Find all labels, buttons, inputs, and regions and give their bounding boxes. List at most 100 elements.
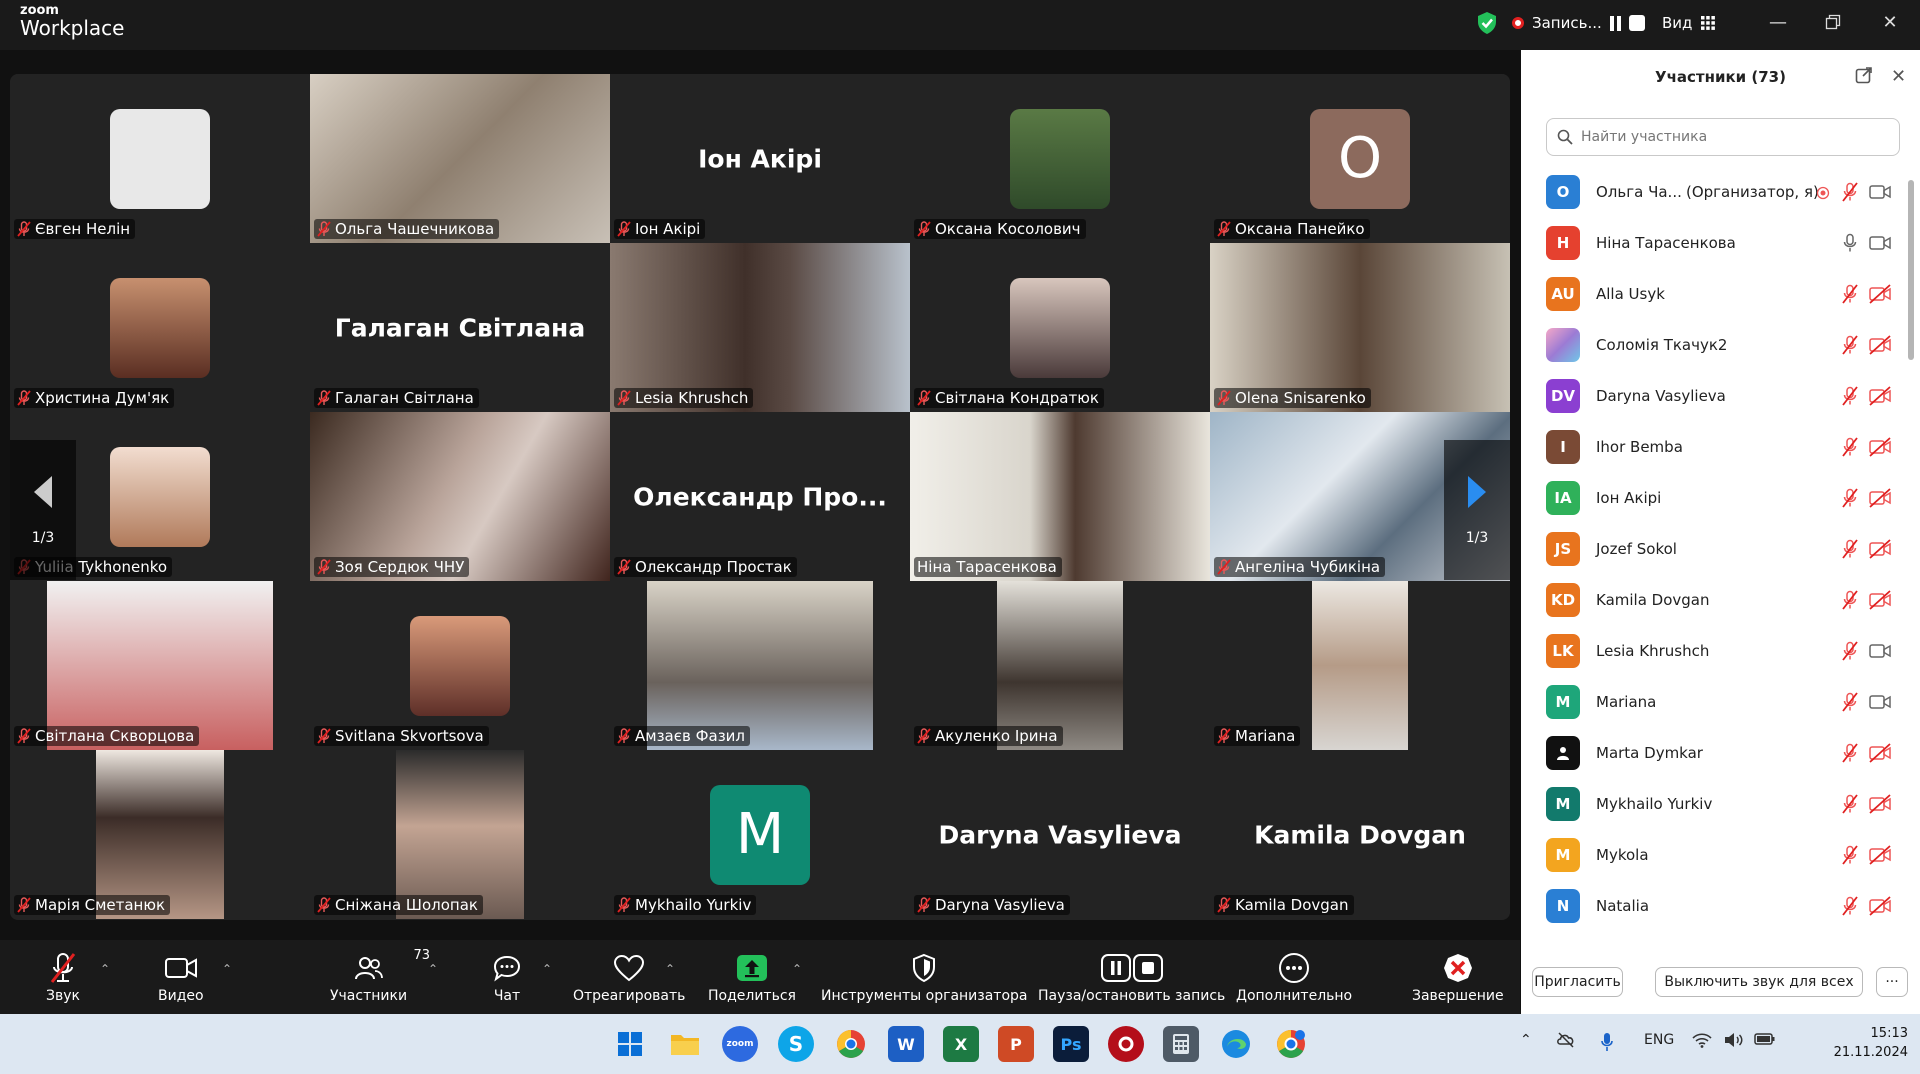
mic-muted-icon[interactable] [1841, 436, 1859, 457]
powerpoint-icon[interactable]: P [998, 1026, 1034, 1062]
video-options-caret-icon[interactable]: ⌃ [222, 962, 232, 976]
pause-stop-recording-button[interactable]: Пауза/остановить запись [1038, 952, 1225, 1004]
video-tile[interactable]: Сніжана Шолопак [310, 750, 610, 919]
video-tile[interactable]: Lesia Khrushch [610, 243, 910, 412]
mic-on-icon[interactable] [1841, 233, 1859, 253]
word-icon[interactable]: W [888, 1026, 924, 1062]
file-explorer-icon[interactable] [667, 1026, 703, 1062]
video-tile[interactable]: Svitlana Skvortsova [310, 581, 610, 750]
camera-on-icon[interactable] [1868, 641, 1892, 661]
chrome-icon[interactable] [833, 1026, 869, 1062]
camera-on-icon[interactable] [1868, 182, 1892, 202]
search-participant-box[interactable] [1546, 118, 1900, 156]
windows-start-icon[interactable] [612, 1026, 648, 1062]
camera-off-icon[interactable] [1868, 487, 1892, 508]
mic-muted-icon[interactable] [1841, 895, 1859, 916]
participants-scrollbar[interactable] [1908, 180, 1914, 360]
video-tile[interactable]: Mariana [1210, 581, 1510, 750]
wifi-icon[interactable] [1692, 1032, 1712, 1052]
participant-row[interactable]: M Mariana [1521, 676, 1911, 727]
audio-options-caret-icon[interactable]: ⌃ [100, 962, 110, 976]
system-clock[interactable]: 15:13 21.11.2024 [1834, 1024, 1908, 1062]
video-tile[interactable]: Євген Нелін [10, 74, 310, 243]
skype-icon[interactable]: S [778, 1026, 814, 1062]
calculator-icon[interactable] [1163, 1026, 1199, 1062]
participant-row[interactable]: IA Іон Акірі [1521, 472, 1911, 523]
microphone-tray-icon[interactable] [1600, 1032, 1614, 1056]
camera-off-icon[interactable] [1868, 436, 1892, 457]
search-participant-input[interactable] [1581, 129, 1881, 145]
participants-options-caret-icon[interactable]: ⌃ [428, 962, 438, 976]
video-tile[interactable]: Христина Дум'як [10, 243, 310, 412]
close-panel-icon[interactable]: ✕ [1891, 66, 1906, 87]
mic-muted-icon[interactable] [1841, 181, 1859, 202]
minimize-icon[interactable]: — [1758, 8, 1798, 36]
mute-all-button[interactable]: Выключить звук для всех [1655, 967, 1863, 997]
mic-muted-icon[interactable] [1841, 283, 1859, 304]
video-tile[interactable]: Світлана Кондратюк [910, 243, 1210, 412]
previous-page-button[interactable]: 1/3 [10, 440, 76, 580]
video-tile[interactable]: Olena Snisarenko [1210, 243, 1510, 412]
camera-off-icon[interactable] [1868, 742, 1892, 763]
camera-off-icon[interactable] [1868, 793, 1892, 814]
invite-button[interactable]: Пригласить [1532, 967, 1623, 997]
participant-row[interactable]: KD Kamila Dovgan [1521, 574, 1911, 625]
participant-row[interactable]: LK Lesia Khrushch [1521, 625, 1911, 676]
video-tile[interactable]: Зоя Сердюк ЧНУ [310, 412, 610, 581]
video-tile[interactable]: Ольга Чашечникова [310, 74, 610, 243]
view-button[interactable]: Вид [1662, 10, 1716, 36]
mic-muted-icon[interactable] [1841, 742, 1859, 763]
excel-icon[interactable]: X [943, 1026, 979, 1062]
participants-button[interactable]: 73 Участники [330, 948, 430, 1004]
mic-muted-icon[interactable] [1841, 538, 1859, 559]
next-page-button[interactable]: 1/3 [1444, 440, 1510, 580]
video-tile[interactable]: O Оксана Панейко [1210, 74, 1510, 243]
pause-recording-icon[interactable] [1609, 15, 1621, 31]
panel-more-button[interactable]: ··· [1876, 967, 1908, 997]
recording-indicator[interactable]: Запись... [1512, 10, 1645, 36]
camera-off-icon[interactable] [1868, 334, 1892, 355]
video-button[interactable]: Видео [158, 952, 204, 1004]
chat-options-caret-icon[interactable]: ⌃ [542, 962, 552, 976]
camera-off-icon[interactable] [1868, 538, 1892, 559]
participant-row[interactable]: Marta Dymkar [1521, 727, 1911, 778]
video-tile[interactable]: Амзаєв Фазил [610, 581, 910, 750]
tray-expand-icon[interactable]: ⌃ [1520, 1032, 1532, 1048]
mic-muted-icon[interactable] [1841, 589, 1859, 610]
volume-icon[interactable] [1724, 1032, 1744, 1052]
participant-row[interactable]: I Ihor Bemba [1521, 421, 1911, 472]
mic-muted-icon[interactable] [1841, 844, 1859, 865]
edge-icon[interactable] [1218, 1026, 1254, 1062]
camera-off-icon[interactable] [1868, 895, 1892, 916]
camera-off-icon[interactable] [1868, 283, 1892, 304]
mic-muted-icon[interactable] [1841, 385, 1859, 406]
participant-row[interactable]: AU Alla Usyk [1521, 268, 1911, 319]
video-tile[interactable]: Марія Сметанюк [10, 750, 310, 919]
mic-muted-icon[interactable] [1841, 640, 1859, 661]
participant-row[interactable]: Соломія Ткачук2 [1521, 319, 1911, 370]
camera-off-icon[interactable] [1868, 844, 1892, 865]
photoshop-icon[interactable]: Ps [1053, 1026, 1089, 1062]
video-tile[interactable]: Ніна Тарасенкова [910, 412, 1210, 581]
video-tile[interactable]: Daryna Vasylieva Daryna Vasylieva [910, 750, 1210, 919]
audio-button[interactable]: Звук [46, 952, 80, 1004]
end-meeting-button[interactable]: Завершение [1412, 952, 1504, 1004]
host-tools-button[interactable]: Инструменты организатора [821, 952, 1028, 1004]
mic-muted-icon[interactable] [1841, 793, 1859, 814]
more-button[interactable]: Дополнительно [1236, 952, 1352, 1004]
participant-row[interactable]: O Ольга Ча... (Организатор, я) [1521, 166, 1911, 217]
participant-row[interactable]: H Ніна Тарасенкова [1521, 217, 1911, 268]
video-tile[interactable]: Світлана Скворцова [10, 581, 310, 750]
share-button[interactable]: Поделиться [708, 952, 796, 1004]
participant-row[interactable]: DV Daryna Vasylieva [1521, 370, 1911, 421]
share-options-caret-icon[interactable]: ⌃ [792, 962, 802, 976]
mic-muted-icon[interactable] [1841, 334, 1859, 355]
network-off-icon[interactable] [1556, 1032, 1576, 1052]
mic-muted-icon[interactable] [1841, 691, 1859, 712]
participant-row[interactable]: N Natalia [1521, 880, 1911, 931]
restore-icon[interactable] [1813, 8, 1853, 36]
video-tile[interactable]: Олександр Про... Олександр Простак [610, 412, 910, 581]
video-tile[interactable]: M Mykhailo Yurkiv [610, 750, 910, 919]
react-options-caret-icon[interactable]: ⌃ [665, 962, 675, 976]
mic-muted-icon[interactable] [1841, 487, 1859, 508]
